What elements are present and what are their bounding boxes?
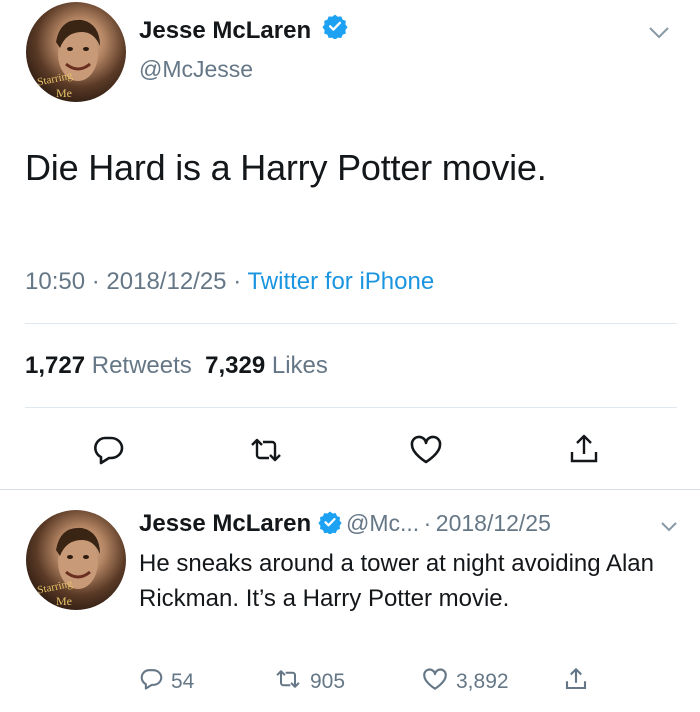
chevron-down-icon[interactable] (648, 26, 670, 42)
reply-date[interactable]: 2018/12/25 (436, 510, 551, 536)
like-icon[interactable] (406, 430, 446, 470)
author-name[interactable]: Jesse McLaren (139, 17, 311, 44)
tweet-date[interactable]: 2018/12/25 (106, 268, 226, 295)
author-handle[interactable]: @McJesse (139, 56, 253, 83)
retweets-label: Retweets (91, 352, 192, 379)
section-divider (0, 489, 700, 490)
retweet-icon[interactable] (246, 430, 286, 470)
verified-badge-icon (318, 14, 348, 46)
meta-separator: · (91, 268, 100, 295)
retweet-count: 905 (310, 669, 346, 693)
meta-separator: · (423, 510, 432, 536)
svg-text:Me: Me (56, 86, 72, 100)
like-count: 3,892 (456, 670, 509, 693)
tweet-source-link[interactable]: Twitter for iPhone (247, 268, 434, 295)
tweet-text: Die Hard is a Harry Potter movie. (25, 147, 547, 188)
retweet-icon (274, 668, 302, 695)
divider (25, 323, 677, 324)
avatar-image: Starring Me (36, 19, 100, 100)
like-icon (422, 668, 448, 696)
share-icon[interactable] (564, 428, 604, 470)
reply-author-name[interactable]: Jesse McLaren (139, 510, 311, 537)
tweet-time[interactable]: 10:50 (25, 268, 85, 295)
reply-text: He sneaks around a tower at night avoidi… (139, 550, 655, 612)
avatar[interactable]: Starring Me (26, 2, 126, 102)
reply-reply-button[interactable]: 54 (139, 668, 194, 695)
verified-badge-icon (316, 511, 342, 539)
reply-icon (139, 668, 163, 695)
reply-icon[interactable] (88, 430, 128, 470)
reply-avatar[interactable]: Starring Me (26, 510, 126, 610)
chevron-down-icon[interactable] (660, 520, 678, 532)
divider (25, 407, 677, 408)
likes-stat[interactable]: 7,329 Likes (205, 352, 328, 379)
reply-like-button[interactable]: 3,892 (422, 668, 509, 696)
likes-label: Likes (271, 352, 328, 379)
tweet-stats: 1,727 Retweets 7,329 Likes (25, 352, 328, 380)
reply-header: Jesse McLaren @Mc... · 2018/12/25 (139, 510, 551, 539)
reply-retweet-button[interactable]: 905 (274, 668, 345, 695)
reply-handle[interactable]: @Mc... (346, 510, 419, 536)
reply-count: 54 (171, 669, 195, 693)
retweets-count: 1,727 (25, 352, 86, 379)
share-icon[interactable] (561, 664, 591, 694)
retweets-stat[interactable]: 1,727 Retweets (25, 352, 192, 379)
tweet-meta: 10:50 · 2018/12/25 · Twitter for iPhone (25, 268, 434, 296)
svg-text:Me: Me (56, 594, 72, 608)
likes-count: 7,329 (205, 352, 266, 379)
avatar-image: Starring Me (36, 527, 100, 608)
meta-separator: · (233, 268, 242, 295)
